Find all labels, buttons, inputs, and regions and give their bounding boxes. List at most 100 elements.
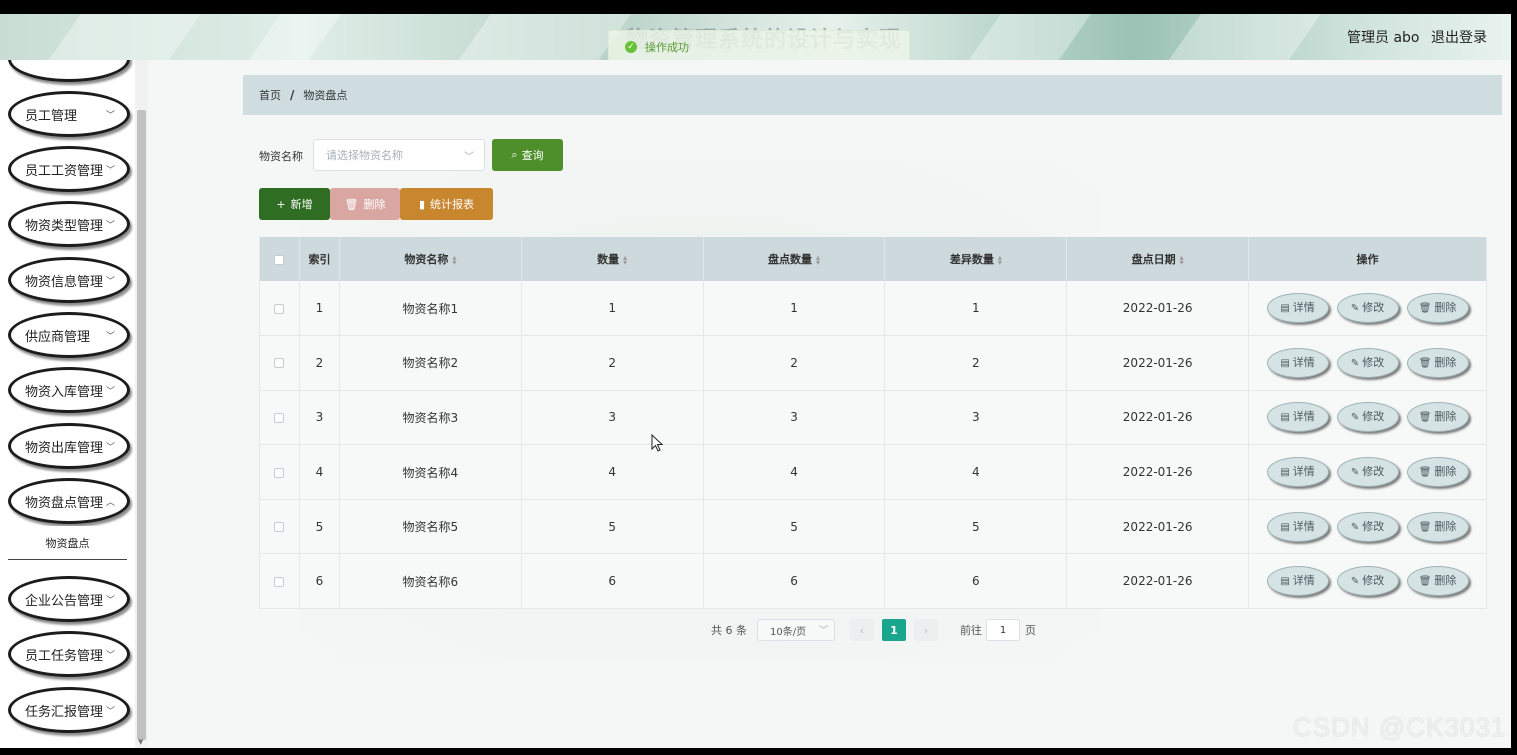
- table-row: 2 物资名称2 2 2 2 2022-01-26 ▤ 详情 ✎ 修改 🗑 删除: [259, 335, 1487, 391]
- sort-icon[interactable]: ▴ ▾: [623, 254, 627, 267]
- material-name-select[interactable]: 请选择物资名称 ﹀: [313, 139, 485, 171]
- sort-icon[interactable]: ▴ ▾: [452, 254, 456, 267]
- detail-label: 详情: [1292, 301, 1315, 315]
- next-page-button[interactable]: ›: [914, 619, 938, 641]
- trash-icon: 🗑: [344, 197, 359, 211]
- row-checkbox[interactable]: [274, 358, 285, 369]
- delete-label: 删除: [1434, 465, 1457, 479]
- page-number-current[interactable]: 1: [882, 619, 906, 641]
- sidebar-item-material-info[interactable]: 物资信息管理 ﹀: [8, 257, 130, 303]
- statistics-report-button[interactable]: ▮ 统计报表: [400, 188, 493, 220]
- row-actions: ▤ 详情 ✎ 修改 🗑 删除: [1248, 499, 1487, 555]
- detail-button[interactable]: ▤ 详情: [1266, 402, 1329, 433]
- delete-button[interactable]: 🗑 删除: [1406, 511, 1469, 542]
- row-checkbox[interactable]: [274, 576, 285, 587]
- goto-page-input[interactable]: 1: [986, 619, 1020, 641]
- cell-index: 6: [299, 553, 340, 610]
- row-actions: ▤ 详情 ✎ 修改 🗑 删除: [1248, 281, 1487, 337]
- sidebar-item-stock-out[interactable]: 物资出库管理 ﹀: [8, 423, 130, 469]
- sidebar-item-personal-center[interactable]: [8, 60, 130, 82]
- trash-icon: 🗑: [1418, 412, 1432, 424]
- col-material-name[interactable]: 物资名称 ▴ ▾: [339, 237, 522, 281]
- delete-button[interactable]: 🗑 删除: [1406, 566, 1469, 597]
- detail-button[interactable]: ▤ 详情: [1266, 457, 1329, 488]
- edit-button[interactable]: ✎ 修改: [1336, 566, 1399, 597]
- row-actions: ▤ 详情 ✎ 修改 🗑 删除: [1248, 444, 1487, 500]
- edit-button[interactable]: ✎ 修改: [1336, 457, 1399, 488]
- sidebar-item-label: 物资信息管理: [25, 274, 104, 290]
- query-button-label: 查询: [521, 149, 544, 162]
- edit-button[interactable]: ✎ 修改: [1336, 511, 1399, 542]
- cell-index: 4: [299, 444, 340, 500]
- detail-button[interactable]: ▤ 详情: [1266, 347, 1329, 378]
- cell-check-quantity: 5: [703, 499, 886, 555]
- sidebar-item-employee[interactable]: 员工管理 ﹀: [8, 91, 130, 137]
- sidebar-scrollbar[interactable]: ▼: [135, 60, 148, 748]
- success-toast: ✓ 操作成功: [608, 30, 910, 64]
- col-check-date[interactable]: 盘点日期 ▴ ▾: [1066, 237, 1250, 281]
- select-all-checkbox[interactable]: [274, 254, 285, 265]
- sidebar-subitem-inventory-check[interactable]: 物资盘点: [8, 526, 127, 560]
- query-button[interactable]: ⌕ 查询: [492, 139, 563, 171]
- sidebar-item-salary[interactable]: 员工工资管理 ﹀: [8, 146, 130, 192]
- sidebar-subitem-label: 物资盘点: [45, 536, 90, 550]
- sidebar-item-material-type[interactable]: 物资类型管理 ﹀: [8, 201, 130, 247]
- scrollbar-thumb[interactable]: [137, 110, 146, 740]
- edit-button[interactable]: ✎ 修改: [1336, 402, 1399, 433]
- row-checkbox[interactable]: [274, 467, 285, 478]
- sidebar-item-label: 员工任务管理: [25, 648, 104, 664]
- col-label: 盘点日期: [1131, 253, 1176, 266]
- prev-page-button[interactable]: ‹: [850, 619, 874, 641]
- breadcrumb-home[interactable]: 首页: [259, 87, 281, 103]
- page-size-select[interactable]: 10条/页 ﹀: [757, 619, 835, 641]
- sort-icon[interactable]: ▴ ▾: [1180, 254, 1184, 267]
- sort-icon[interactable]: ▴ ▾: [998, 254, 1002, 267]
- chevron-down-icon: ﹀: [464, 152, 474, 163]
- detail-button[interactable]: ▤ 详情: [1266, 566, 1329, 597]
- sidebar-item-supplier[interactable]: 供应商管理 ﹀: [8, 312, 130, 358]
- delete-button[interactable]: 🗑 删除: [1406, 457, 1469, 488]
- trash-icon: 🗑: [1418, 303, 1432, 315]
- edit-button[interactable]: ✎ 修改: [1336, 293, 1399, 324]
- chevron-down-icon: ﹀: [105, 596, 115, 606]
- document-icon: ▤: [1280, 412, 1290, 424]
- sidebar-item-inventory[interactable]: 物资盘点管理 ︿: [8, 478, 130, 524]
- batch-delete-label: 删除: [363, 198, 386, 211]
- row-checkbox[interactable]: [274, 412, 285, 423]
- detail-button[interactable]: ▤ 详情: [1266, 511, 1329, 542]
- add-button[interactable]: + 新增: [259, 188, 330, 220]
- edit-button[interactable]: ✎ 修改: [1336, 347, 1399, 378]
- detail-label: 详情: [1292, 355, 1315, 369]
- chevron-down-icon: ﹀: [105, 387, 115, 397]
- sidebar-item-stock-in[interactable]: 物资入库管理 ﹀: [8, 367, 130, 413]
- sidebar-item-announcement[interactable]: 企业公告管理 ﹀: [8, 576, 130, 622]
- select-all-cell: [259, 237, 300, 281]
- delete-button[interactable]: 🗑 删除: [1406, 402, 1469, 433]
- row-checkbox[interactable]: [274, 303, 285, 314]
- sidebar-item-task-report[interactable]: 任务汇报管理 ﹀: [8, 687, 130, 733]
- detail-button[interactable]: ▤ 详情: [1266, 293, 1329, 324]
- sidebar-item-label: 员工工资管理: [25, 163, 104, 179]
- col-index: 索引: [299, 237, 340, 281]
- batch-delete-button[interactable]: 🗑 删除: [330, 188, 400, 220]
- cell-diff-quantity: 3: [884, 390, 1068, 446]
- sort-icon[interactable]: ▴ ▾: [816, 254, 820, 267]
- logout-link[interactable]: 退出登录: [1431, 27, 1487, 47]
- col-check-quantity[interactable]: 盘点数量 ▴ ▾: [703, 237, 886, 281]
- row-select-cell: [259, 390, 300, 446]
- scroll-down-arrow-icon[interactable]: ▼: [138, 738, 143, 746]
- bar-chart-icon: ▮: [418, 197, 426, 211]
- col-quantity[interactable]: 数量 ▴ ▾: [521, 237, 704, 281]
- sidebar-item-label: 供应商管理: [25, 329, 91, 345]
- row-checkbox[interactable]: [274, 522, 285, 533]
- delete-button[interactable]: 🗑 删除: [1406, 347, 1469, 378]
- edit-icon: ✎: [1350, 576, 1360, 588]
- chevron-down-icon: ﹀: [105, 332, 115, 342]
- col-diff-quantity[interactable]: 差异数量 ▴ ▾: [884, 237, 1068, 281]
- breadcrumb-separator: /: [290, 88, 295, 102]
- delete-button[interactable]: 🗑 删除: [1406, 293, 1469, 324]
- top-frame: [0, 0, 1517, 14]
- inventory-table: 索引 物资名称 ▴ ▾ 数量 ▴ ▾ 盘点数量 ▴ ▾ 差异数量 ▴ ▾ 盘点日期 ▴ ▾ 操作 1…: [259, 237, 1487, 610]
- sidebar-item-task[interactable]: 员工任务管理 ﹀: [8, 631, 130, 677]
- chevron-left-icon: ‹: [859, 623, 865, 637]
